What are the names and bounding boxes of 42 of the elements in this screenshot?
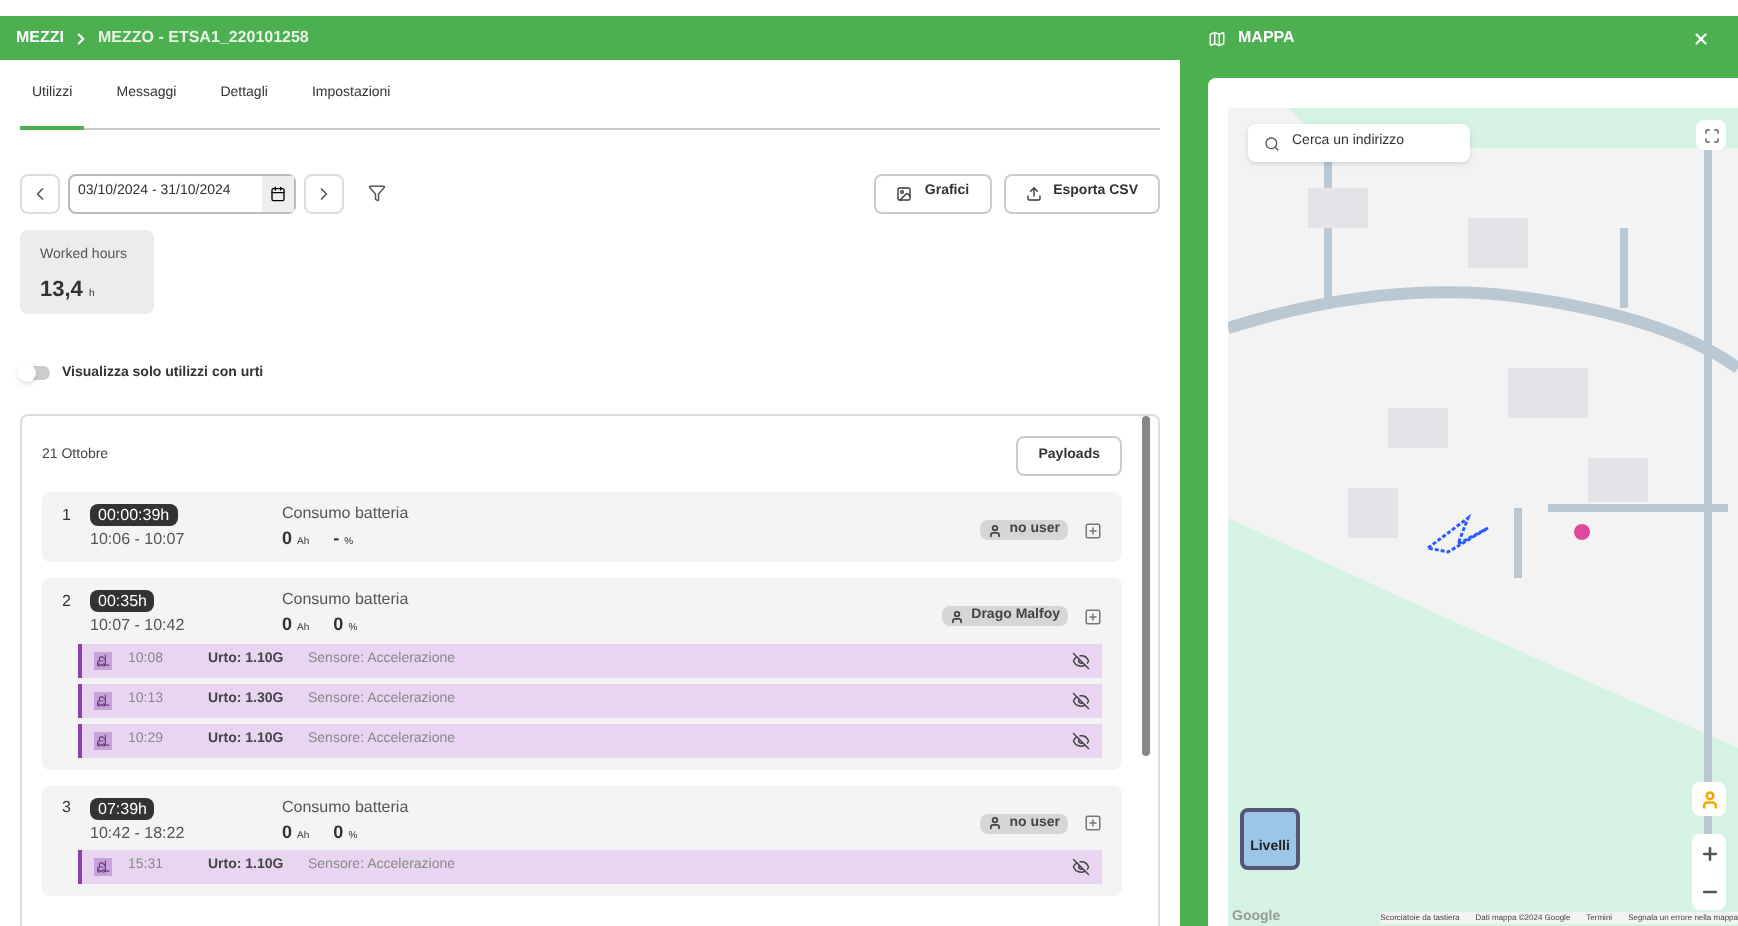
close-icon[interactable] bbox=[1692, 29, 1710, 47]
breadcrumb-item: MEZZO - ETSA1_220101258 bbox=[98, 26, 309, 50]
image-icon bbox=[896, 185, 913, 201]
calendar-icon[interactable] bbox=[270, 185, 286, 201]
eye-off-icon[interactable] bbox=[1072, 651, 1090, 669]
scrollbar[interactable] bbox=[1142, 416, 1150, 756]
search-icon bbox=[1264, 135, 1280, 151]
metric-label: Consumo batteria bbox=[282, 504, 409, 524]
session-index: 3 bbox=[62, 798, 73, 818]
time-range: 10:42 - 18:22 bbox=[90, 823, 187, 843]
person-icon bbox=[1699, 789, 1719, 809]
forklift-icon bbox=[94, 651, 112, 669]
forklift-icon bbox=[94, 691, 112, 709]
user-icon bbox=[987, 816, 1002, 830]
user-icon bbox=[987, 523, 1002, 537]
upload-icon bbox=[1025, 185, 1042, 201]
expand-icon[interactable] bbox=[1084, 607, 1102, 626]
filter-icon[interactable] bbox=[368, 184, 386, 202]
zoom-in-icon[interactable] bbox=[1699, 843, 1719, 863]
expand-icon[interactable] bbox=[1084, 521, 1102, 539]
time-range: 10:06 - 10:07 bbox=[90, 530, 187, 550]
metric-label: Consumo batteria bbox=[282, 590, 409, 611]
duration-badge: 00:00:39h bbox=[90, 504, 178, 526]
expand-icon[interactable] bbox=[1084, 814, 1102, 832]
fullscreen-icon bbox=[1703, 127, 1719, 143]
map-icon bbox=[1208, 29, 1226, 47]
panel-title: MAPPA bbox=[1238, 26, 1295, 50]
user-icon bbox=[949, 609, 964, 624]
metric-label: Consumo batteria bbox=[282, 797, 409, 817]
duration-badge: 07:39h bbox=[90, 797, 155, 819]
time-range: 10:07 - 10:42 bbox=[90, 616, 187, 637]
forklift-icon bbox=[94, 731, 112, 749]
eye-off-icon[interactable] bbox=[1072, 731, 1090, 749]
session-index: 2 bbox=[62, 591, 73, 612]
eye-off-icon[interactable] bbox=[1072, 691, 1090, 709]
session-index: 1 bbox=[62, 505, 73, 525]
eye-off-icon[interactable] bbox=[1072, 857, 1090, 876]
forklift-icon bbox=[94, 857, 112, 876]
fullscreen-button[interactable] bbox=[1696, 120, 1726, 150]
chevron-right-icon bbox=[72, 29, 90, 47]
toggle-switch[interactable] bbox=[20, 366, 50, 381]
duration-badge: 00:35h bbox=[90, 590, 155, 613]
